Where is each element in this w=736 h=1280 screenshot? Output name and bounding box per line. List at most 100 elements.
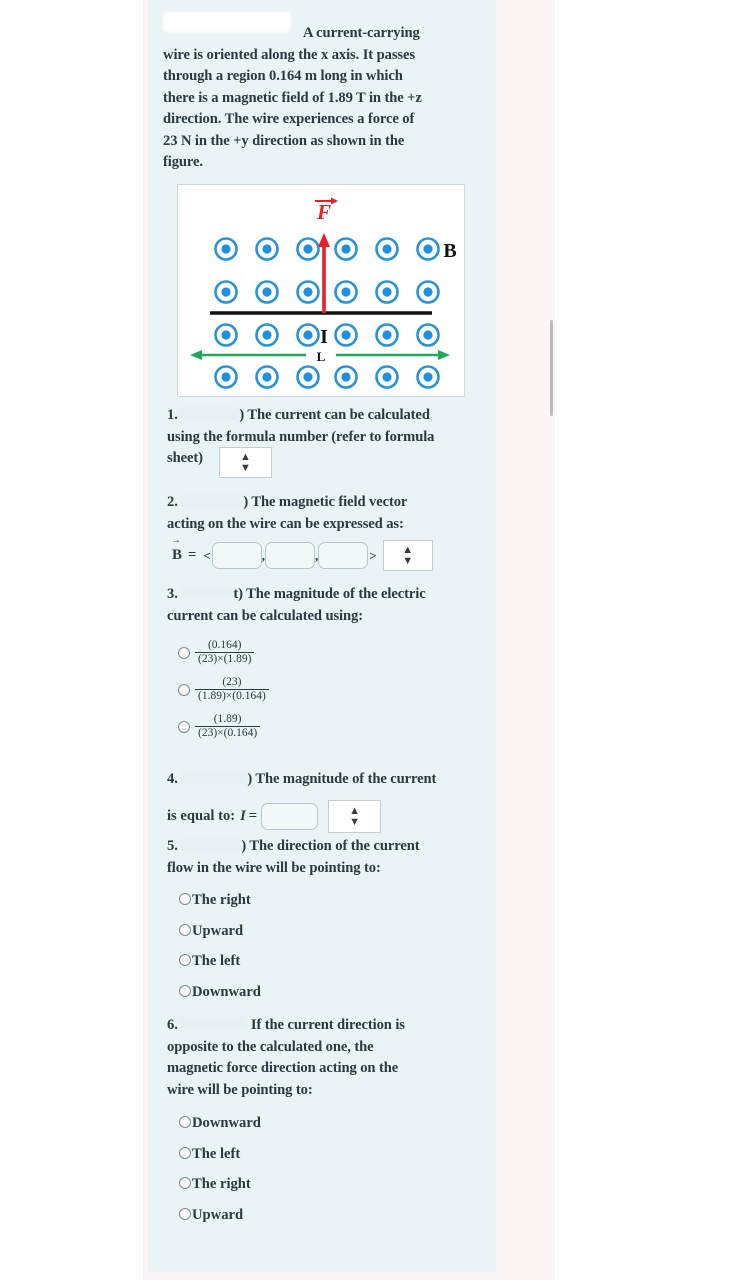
question-6-number: 6. <box>167 1017 178 1033</box>
question-1-marks-redacted <box>181 407 240 420</box>
question-3-option-1-denominator: (23)×(1.89) <box>195 652 255 666</box>
question-4-text: 4. ) The magnitude of the current <box>167 769 477 791</box>
question-5-option-4-label: Downward <box>192 984 261 1000</box>
question-6-option-1-label: Downward <box>192 1115 261 1131</box>
radio-button-icon[interactable] <box>179 1208 191 1220</box>
question-3-text: 3. t) The magnitude of the electric curr… <box>167 584 477 627</box>
figure-svg: F B I L <box>178 185 464 396</box>
question-2-open-bracket: < <box>203 547 211 563</box>
radio-button-icon[interactable] <box>179 954 191 966</box>
problem-line-5: direction. The wire experiences a force … <box>163 111 415 127</box>
problem-line-3: through a region 0.164 m long in which <box>163 68 403 84</box>
question-2-close-bracket: > <box>369 547 377 563</box>
question-6-line-2: opposite to the calculated one, the <box>167 1038 374 1055</box>
question-5-option-2-label: Upward <box>192 923 244 939</box>
question-5-option-3[interactable]: The left <box>179 953 240 970</box>
question-2-component-y-input[interactable] <box>265 542 316 569</box>
question-3-option-2-denominator: (1.89)×(0.164) <box>195 689 269 703</box>
question-3-option-2-fraction: (23) (1.89)×(0.164) <box>195 676 269 703</box>
question-2-vector-row: B = < , , > ▲▼ <box>171 536 433 571</box>
question-6-option-2-label: The left <box>192 1146 241 1162</box>
question-6-option-3[interactable]: The right <box>179 1176 251 1193</box>
question-4-current-input[interactable] <box>261 803 319 830</box>
question-2-component-x-input[interactable] <box>211 542 262 569</box>
question-6-text: 6. If the current direction is opposite … <box>167 1015 477 1101</box>
question-5-option-2[interactable]: Upward <box>179 923 243 940</box>
question-6-line-3: magnetic force direction acting on the <box>167 1060 399 1076</box>
question-4-equals: = <box>248 808 258 824</box>
question-2-line-2: acting on the wire can be expressed as: <box>167 515 404 532</box>
question-3-redacted-tail: t) <box>233 586 243 602</box>
vertical-scrollbar-thumb[interactable] <box>550 320 553 416</box>
question-2-text: 2. ) The magnetic field vector acting on… <box>167 492 477 535</box>
problem-line-2: wire is oriented along the x axis. It pa… <box>163 46 415 63</box>
length-label: L <box>317 349 326 364</box>
question-3-line-2: current can be calculated using: <box>167 607 363 624</box>
radio-button-icon[interactable] <box>178 720 190 733</box>
question-6-option-4-label: Upward <box>192 1207 244 1223</box>
question-5-option-3-label: The left <box>192 953 241 969</box>
question-2-line-1: ) The magnetic field vector <box>243 494 408 510</box>
question-2-vector-label: B <box>171 536 182 564</box>
question-5-option-1-label: The right <box>192 892 251 908</box>
question-1-number: 1. <box>167 407 178 423</box>
question-5-marks-redacted <box>181 838 242 851</box>
question-5-line-1: ) The direction of the current <box>241 838 420 854</box>
question-5-text: 5. ) The direction of the current flow i… <box>167 836 477 879</box>
force-label: F <box>316 200 331 224</box>
problem-line-4: there is a magnetic field of 1.89 T in t… <box>163 89 422 106</box>
radio-button-icon[interactable] <box>179 1147 191 1159</box>
problem-line-6: 23 N in the +y direction as shown in the <box>163 132 405 149</box>
radio-button-icon[interactable] <box>179 924 191 936</box>
question-2-marks-redacted <box>181 494 244 507</box>
question-4-answer-row: is equal to: I = ▲ ▼ <box>167 800 382 833</box>
question-4-unit-dropdown[interactable]: ▲ ▼ <box>328 800 382 833</box>
question-3-line-1: The magnitude of the electric <box>242 586 426 602</box>
question-5-option-1[interactable]: The right <box>179 892 251 909</box>
question-3-option-3-fraction: (1.89) (23)×(0.164) <box>195 713 261 740</box>
radio-button-icon[interactable] <box>178 683 190 696</box>
question-3-number: 3. <box>167 586 178 602</box>
radio-button-icon[interactable] <box>179 1116 191 1128</box>
question-2-equals: = <box>188 547 197 563</box>
question-3-marks-redacted <box>181 586 234 599</box>
problem-line-1: A current-carrying <box>303 25 420 41</box>
question-1-text: 1. ) The current can be calculated using… <box>167 405 477 470</box>
question-2-component-z-input[interactable] <box>318 542 369 569</box>
radio-button-icon[interactable] <box>178 646 190 659</box>
question-6-option-4[interactable]: Upward <box>179 1207 243 1224</box>
right-background-band <box>495 0 555 1280</box>
question-2-unit-dropdown[interactable]: ▲ ▼ <box>382 540 433 571</box>
question-3-option-2[interactable]: (23) (1.89)×(0.164) <box>178 676 269 703</box>
question-3-option-3[interactable]: (1.89) (23)×(0.164) <box>178 713 261 740</box>
question-6-option-3-label: The right <box>192 1176 251 1192</box>
question-3-option-3-denominator: (23)×(0.164) <box>195 726 261 740</box>
question-6-option-2[interactable]: The left <box>179 1146 240 1163</box>
question-3-option-1[interactable]: (0.164) (23)×(1.89) <box>178 639 255 666</box>
question-6-line-4: wire will be pointing to: <box>167 1081 313 1098</box>
question-1-line-2: using the formula number (refer to formu… <box>167 428 435 445</box>
question-3-option-1-numerator: (0.164) <box>207 639 242 651</box>
question-5-line-2: flow in the wire will be pointing to: <box>167 859 381 876</box>
radio-button-icon[interactable] <box>179 1177 191 1189</box>
question-6-option-1[interactable]: Downward <box>179 1115 261 1132</box>
spinner-arrows-icon: ▲ ▼ <box>349 804 361 828</box>
problem-statement: A current-carrying wire is oriented alon… <box>163 23 483 174</box>
radio-button-icon[interactable] <box>179 985 191 997</box>
question-1-line-1: ) The current can be calculated <box>239 407 430 423</box>
question-5-option-4[interactable]: Downward <box>179 984 261 1001</box>
question-4-number: 4. <box>167 771 178 787</box>
page-root: A current-carrying wire is oriented alon… <box>0 0 736 1280</box>
question-3-option-1-fraction: (0.164) (23)×(1.89) <box>195 639 255 666</box>
question-4-symbol: I <box>240 808 246 824</box>
question-5-number: 5. <box>167 838 178 854</box>
spinner-arrows-icon: ▲ ▼ <box>240 450 251 474</box>
question-1-line-3-prefix: sheet) <box>167 450 203 466</box>
question-1-formula-dropdown[interactable]: ▲ ▼ <box>219 447 272 478</box>
question-4-line-2-prefix: is equal to: <box>167 808 236 824</box>
question-4-marks-redacted <box>181 771 248 784</box>
radio-button-icon[interactable] <box>179 893 191 905</box>
question-2-number: 2. <box>167 494 178 510</box>
spinner-arrows-icon: ▲ ▼ <box>402 543 414 567</box>
question-6-marks-redacted <box>181 1017 248 1030</box>
